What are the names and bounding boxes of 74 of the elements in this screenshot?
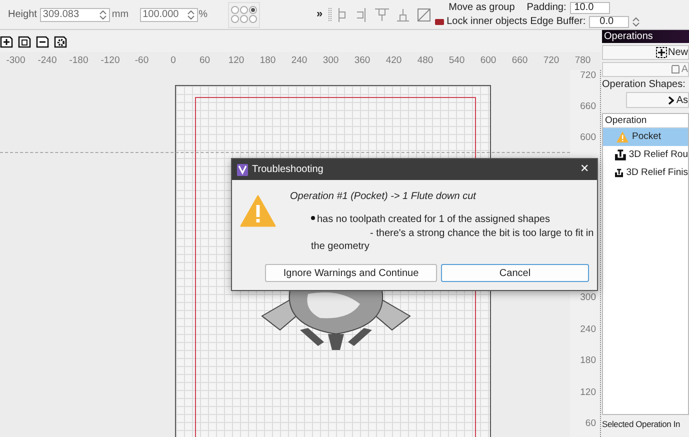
warning-icon <box>240 195 276 227</box>
chevron-right-icon <box>668 96 674 104</box>
ruler-label: 360 <box>353 54 372 68</box>
anchor-point[interactable] <box>249 6 258 14</box>
height-field[interactable]: 309.083 <box>40 8 110 22</box>
ruler-label: 720 <box>542 54 560 68</box>
spinner-icon[interactable] <box>98 8 107 20</box>
issue-text: has no toolpath created for 1 of the assigned shapes <box>317 213 551 227</box>
edge-buffer-field[interactable]: 0.0 <box>588 16 629 28</box>
ruler-label: 180 <box>579 355 597 366</box>
info-label: Selected Operation In <box>602 418 682 431</box>
lock-inner-label: Lock inner objects <box>446 16 528 27</box>
ruler-label: 60 <box>198 54 212 68</box>
move-as-group-label: Move as group <box>448 2 515 13</box>
ruler-label: -300 <box>5 54 26 68</box>
percent-label: % <box>198 8 208 22</box>
spinner-icon[interactable] <box>186 8 195 20</box>
operation-row[interactable]: 3D Relief Finis <box>603 164 688 182</box>
ruler-label: 540 <box>448 54 466 68</box>
ruler-label: 240 <box>290 54 308 68</box>
ruler-label: 420 <box>384 54 403 68</box>
ruler-label: 480 <box>416 54 434 68</box>
ruler-label: 600 <box>479 54 498 68</box>
ruler-label: 660 <box>579 101 597 112</box>
operation-row[interactable]: 3D Relief Rou <box>603 146 688 164</box>
ruler-label: -120 <box>100 54 121 68</box>
ruler-label: 120 <box>227 54 246 68</box>
distribute-icon[interactable] <box>416 8 431 22</box>
warning-icon <box>616 131 629 143</box>
carving-tool-icon <box>615 149 626 161</box>
issue-detail: - there's a strong chance the bit is too large to fit in the geometry <box>311 227 595 253</box>
ruler-label: -180 <box>68 54 90 68</box>
spinner-icon[interactable] <box>632 16 640 28</box>
close-button[interactable]: ✕ <box>577 161 592 178</box>
dialog-button[interactable]: Ignore Warnings and Continue <box>265 264 437 282</box>
assign-button[interactable]: As <box>626 92 689 108</box>
carving-tool-icon <box>615 167 624 179</box>
app-logo-icon <box>237 164 248 176</box>
dialog-button[interactable]: Cancel <box>441 264 589 282</box>
operation-row[interactable]: Pocket <box>603 128 688 146</box>
ruler-label: 180 <box>258 54 277 68</box>
overflow-button[interactable]: » <box>316 6 323 23</box>
scale-field[interactable]: 100.000 <box>140 8 198 22</box>
align-icons-drawing[interactable] <box>326 6 409 22</box>
ruler-label: 0 <box>170 54 177 68</box>
ruler-label: 600 <box>579 132 597 143</box>
dialog-heading: Operation #1 (Pocket) -> 1 Flute down cut <box>290 190 478 204</box>
add-page-icon[interactable] <box>0 34 13 48</box>
ruler-label: 240 <box>579 324 597 334</box>
add-icon <box>656 47 667 58</box>
bracket-icon <box>671 65 680 74</box>
ruler-label: 300 <box>579 292 597 303</box>
ruler-label: 60 <box>584 418 597 429</box>
height-label: Height <box>8 8 37 22</box>
dialog-title: Troubleshooting <box>252 163 324 177</box>
unit-label: mm <box>112 8 129 22</box>
ruler-label: 720 <box>579 70 597 81</box>
ruler-label: -240 <box>36 54 58 68</box>
page-settings-icon[interactable] <box>54 34 67 48</box>
remove-page-icon[interactable] <box>36 34 49 48</box>
lock-toggle[interactable] <box>434 18 444 24</box>
panel-title: Operations <box>602 30 689 43</box>
edge-buffer-label: Edge Buffer: <box>530 16 586 27</box>
bullet-icon <box>311 216 315 220</box>
new-button[interactable]: New <box>602 45 689 60</box>
ruler-label: -60 <box>134 54 150 68</box>
shapes-label: Operation Shapes: <box>602 79 686 91</box>
padding-field[interactable]: 10.0 <box>570 2 610 14</box>
ruler-label: 780 <box>574 54 592 68</box>
padding-label: Padding: <box>526 2 566 13</box>
ruler-label: 660 <box>510 54 529 68</box>
ruler-label: 300 <box>322 54 340 68</box>
ruler-label: 120 <box>579 386 597 398</box>
copy-page-icon[interactable] <box>18 34 31 48</box>
